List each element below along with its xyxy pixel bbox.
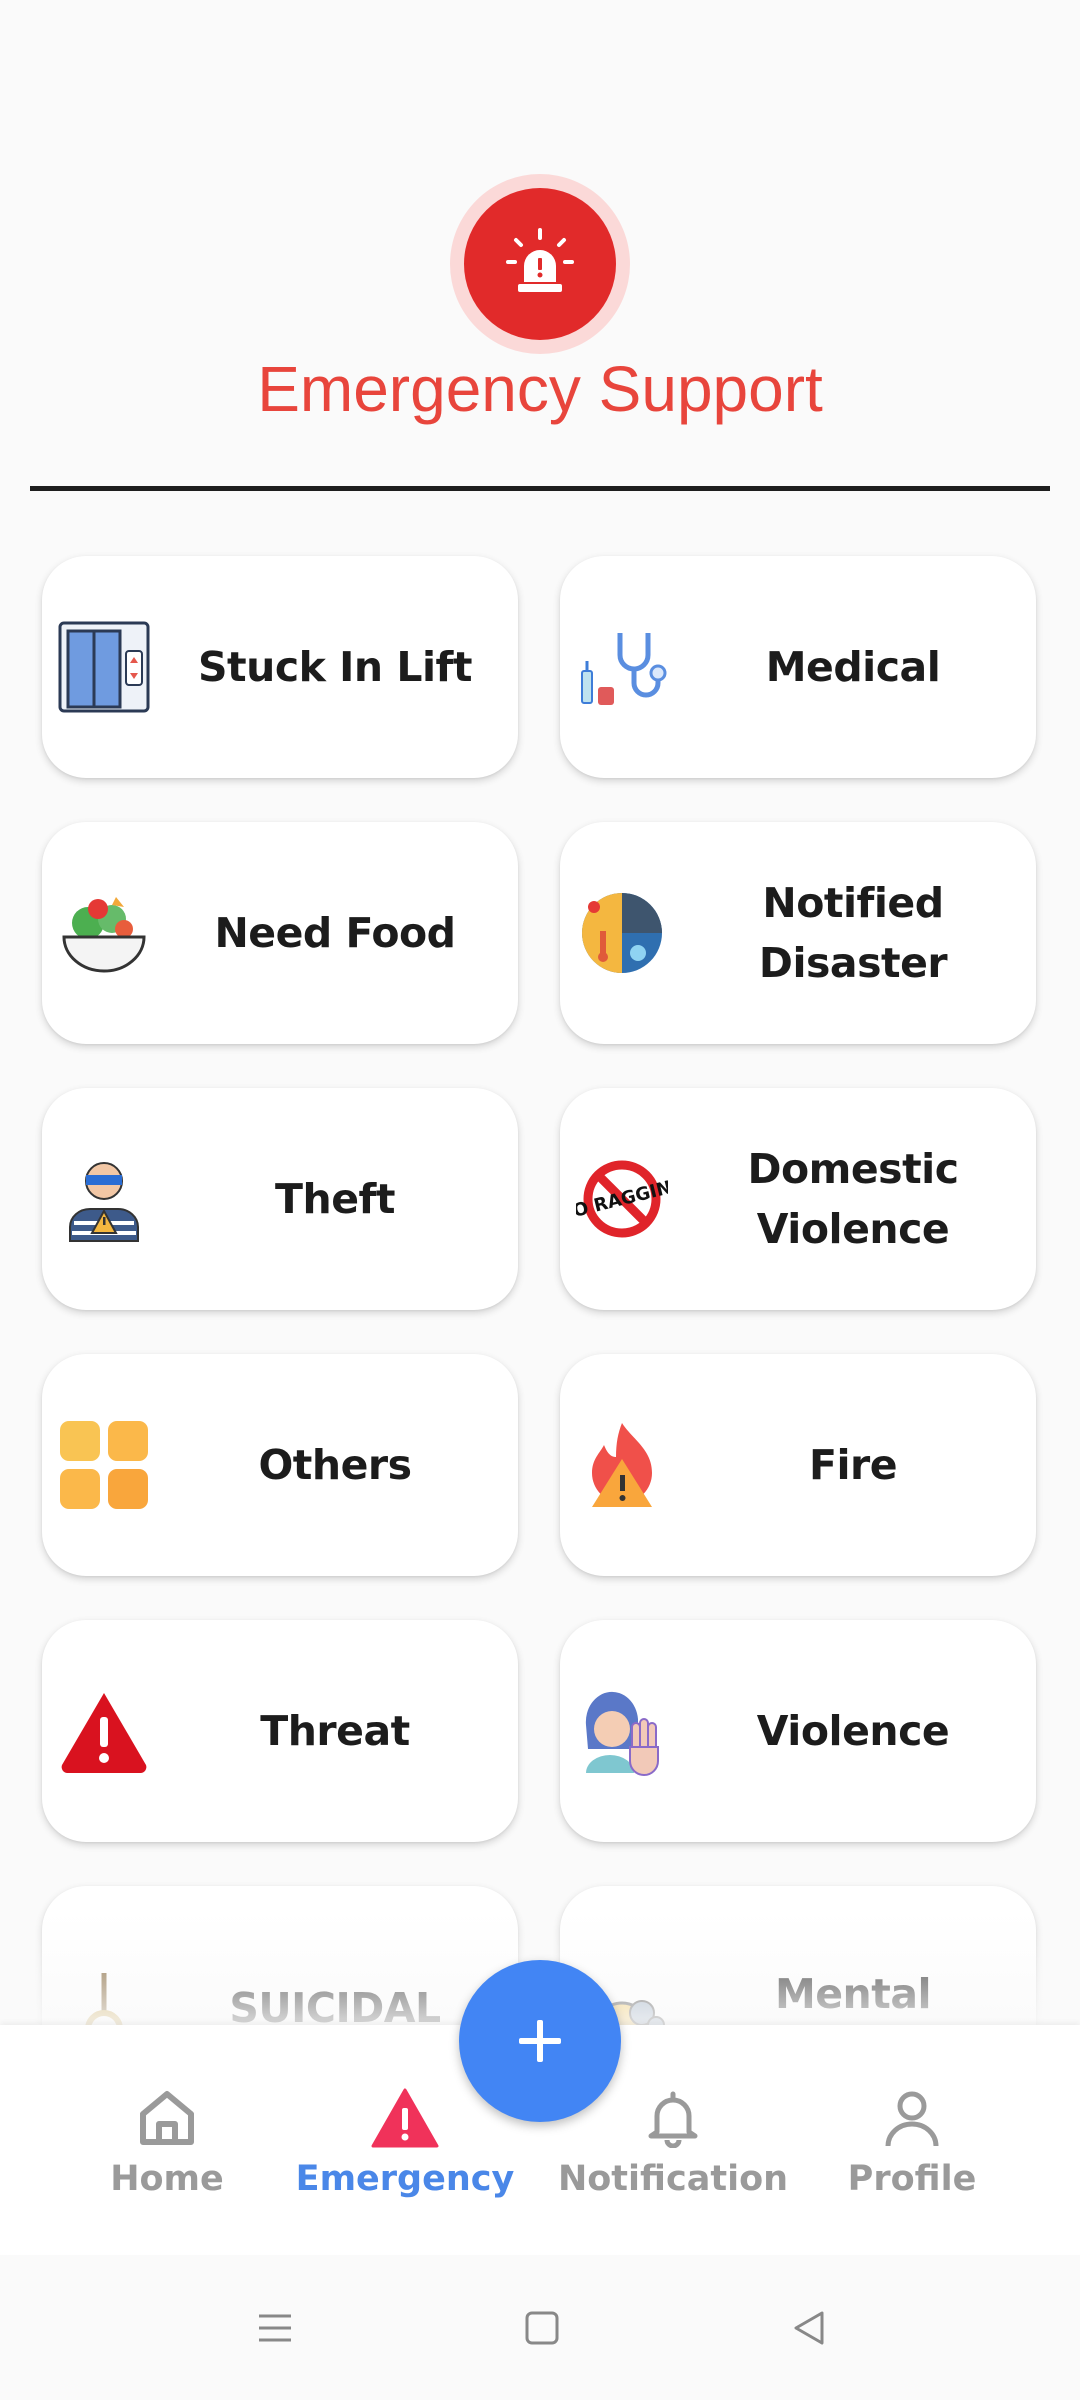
- category-grid: Stuck In Lift Medical Need Food Notified…: [0, 0, 1080, 2025]
- nav-label: Notification: [557, 2159, 789, 2199]
- warning-triangle-icon: [56, 1683, 152, 1779]
- elevator-icon: [56, 619, 152, 715]
- category-label: Theft: [275, 1175, 395, 1223]
- category-card-medical[interactable]: Medical: [560, 556, 1036, 778]
- category-label: Stuck In Lift: [198, 643, 473, 691]
- nav-label: Profile: [847, 2159, 977, 2199]
- category-card-others[interactable]: Others: [42, 1354, 518, 1576]
- category-label: Notified Disaster: [758, 879, 948, 987]
- salad-bowl-icon: [56, 885, 152, 981]
- no-ragging-icon: NO RAGGING: [574, 1151, 670, 1247]
- system-nav-bar: [0, 2255, 1080, 2400]
- plus-icon: [519, 2020, 561, 2062]
- back-triangle-icon[interactable]: [785, 2303, 835, 2353]
- grid-squares-icon: [56, 1417, 152, 1513]
- nav-label: Home: [110, 2159, 224, 2199]
- bell-icon: [638, 2083, 708, 2153]
- category-label: Violence: [756, 1707, 950, 1755]
- stop-hand-icon: [574, 1683, 670, 1779]
- category-label: Others: [258, 1441, 412, 1489]
- alert-triangle-icon: [370, 2083, 440, 2153]
- home-square-icon[interactable]: [517, 2303, 567, 2353]
- thief-icon: [56, 1151, 152, 1247]
- disaster-globe-icon: [574, 885, 670, 981]
- category-label: Medical: [765, 643, 941, 691]
- nav-item-home[interactable]: Home: [57, 2025, 277, 2225]
- stethoscope-icon: [574, 619, 670, 715]
- category-card-violence[interactable]: Violence: [560, 1620, 1036, 1842]
- category-card-threat[interactable]: Threat: [42, 1620, 518, 1842]
- category-card-theft[interactable]: Theft: [42, 1088, 518, 1310]
- category-card-stuck-in-lift[interactable]: Stuck In Lift: [42, 556, 518, 778]
- home-icon: [132, 2083, 202, 2153]
- nav-label: Emergency: [295, 2159, 515, 2199]
- person-icon: [877, 2083, 947, 2153]
- menu-icon[interactable]: [250, 2303, 300, 2353]
- category-label: Domestic Violence: [747, 1145, 959, 1253]
- category-label: Threat: [260, 1707, 410, 1755]
- category-card-domestic-violence[interactable]: NO RAGGING Domestic Violence: [560, 1088, 1036, 1310]
- fire-warning-icon: [574, 1417, 670, 1513]
- category-card-notified-disaster[interactable]: Notified Disaster: [560, 822, 1036, 1044]
- category-card-need-food[interactable]: Need Food: [42, 822, 518, 1044]
- category-label: Fire: [808, 1441, 898, 1489]
- category-card-fire[interactable]: Fire: [560, 1354, 1036, 1576]
- category-label: Need Food: [214, 909, 456, 957]
- add-button[interactable]: [459, 1960, 621, 2122]
- nav-item-profile[interactable]: Profile: [802, 2025, 1022, 2225]
